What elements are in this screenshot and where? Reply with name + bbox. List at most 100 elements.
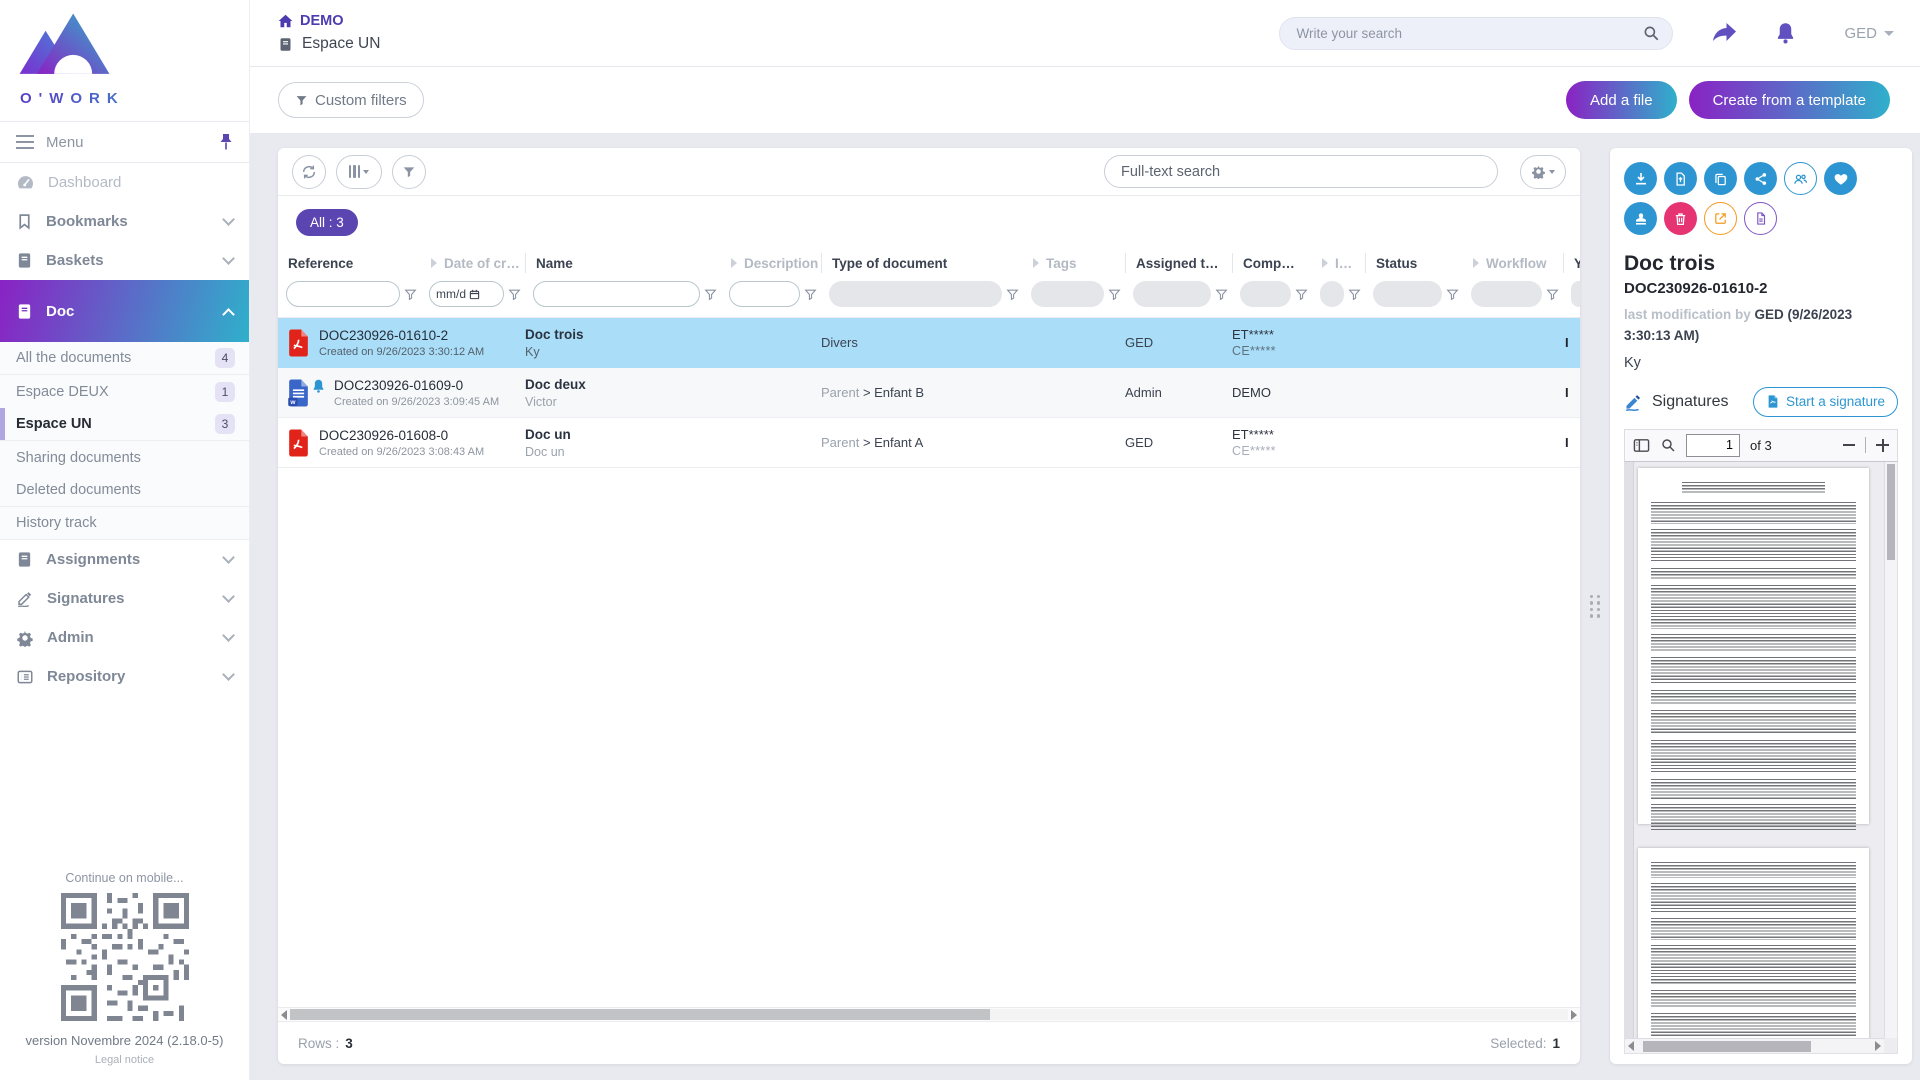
legal-notice-link[interactable]: Legal notice — [0, 1054, 249, 1066]
filter-funnel-icon[interactable] — [1546, 288, 1559, 301]
toggle-sidebar-button[interactable] — [1633, 438, 1650, 453]
all-filter-chip[interactable]: All : 3 — [296, 209, 358, 236]
panel-resize-handle[interactable] — [1580, 148, 1610, 1064]
sidebar-item-espace-deux[interactable]: Espace DEUX 1 — [0, 375, 249, 408]
sidebar-item-history-track[interactable]: History track — [0, 507, 249, 540]
scroll-left-icon[interactable] — [281, 1010, 287, 1020]
column-header-y[interactable]: Y… — [1563, 253, 1580, 273]
zoom-in-button[interactable] — [1876, 439, 1889, 452]
column-header-name[interactable]: Name — [525, 253, 721, 273]
table-horizontal-scrollbar[interactable] — [278, 1007, 1580, 1022]
stamp-button[interactable] — [1624, 202, 1657, 235]
sidebar-item-assignments[interactable]: Assignments — [0, 540, 249, 579]
scrollbar-thumb[interactable] — [290, 1009, 990, 1020]
column-header-description[interactable]: Description — [721, 253, 821, 273]
pdf-search-button[interactable] — [1660, 437, 1676, 453]
sidebar-item-repository[interactable]: Repository — [0, 657, 249, 696]
create-from-template-button[interactable]: Create from a template — [1689, 81, 1890, 119]
column-header-workflow[interactable]: Workflow — [1463, 253, 1563, 273]
app-logo[interactable]: O'WORK — [0, 0, 249, 121]
filter-funnel-icon[interactable] — [1006, 288, 1019, 301]
sidebar-item-admin[interactable]: Admin — [0, 618, 249, 657]
column-header-company[interactable]: Comp… — [1232, 253, 1312, 273]
column-header-date[interactable]: Date of cr… — [421, 253, 525, 273]
tags-filter-select[interactable] — [1031, 281, 1104, 307]
pdf-vertical-scrollbar[interactable] — [1884, 462, 1897, 1038]
copy-button[interactable] — [1704, 162, 1737, 195]
scrollbar-thumb[interactable] — [1643, 1041, 1811, 1052]
sidebar-item-espace-un[interactable]: Espace UN 3 — [0, 408, 249, 441]
manage-users-button[interactable] — [1784, 162, 1817, 195]
table-row[interactable]: DOC230926-01610-2 Created on 9/26/2023 3… — [278, 318, 1580, 368]
sidebar-item-sharing-documents[interactable]: Sharing documents — [0, 441, 249, 474]
fulltext-search-input[interactable] — [1104, 155, 1498, 188]
filter-funnel-icon[interactable] — [404, 288, 417, 301]
y-filter-select[interactable] — [1571, 281, 1580, 307]
i-filter-select[interactable] — [1320, 281, 1344, 307]
filter-funnel-icon[interactable] — [1215, 288, 1228, 301]
description-filter-input[interactable] — [729, 281, 800, 307]
sidebar-item-all-documents[interactable]: All the documents 4 — [0, 342, 249, 375]
company-filter-select[interactable] — [1240, 281, 1291, 307]
column-header-assigned[interactable]: Assigned t… — [1125, 253, 1232, 273]
reference-filter-input[interactable] — [286, 281, 400, 307]
filter-funnel-icon[interactable] — [1295, 288, 1308, 301]
column-header-status[interactable]: Status — [1365, 253, 1463, 273]
type-filter-select[interactable] — [829, 281, 1002, 307]
custom-filters-button[interactable]: Custom filters — [278, 82, 424, 118]
share-document-button[interactable] — [1744, 162, 1777, 195]
scroll-right-icon[interactable] — [1571, 1010, 1577, 1020]
scrollbar-thumb[interactable] — [1887, 464, 1895, 560]
status-filter-select[interactable] — [1373, 281, 1442, 307]
delete-button[interactable] — [1664, 202, 1697, 235]
pdf-horizontal-scrollbar[interactable] — [1625, 1038, 1884, 1053]
name-filter-input[interactable] — [533, 281, 700, 307]
share-button[interactable] — [1711, 22, 1737, 44]
refresh-button[interactable] — [292, 155, 326, 189]
open-in-new-window-button[interactable] — [1704, 202, 1737, 235]
sidebar-item-baskets[interactable]: Baskets — [0, 241, 249, 280]
table-settings-button[interactable] — [1520, 155, 1566, 189]
page-number-input[interactable] — [1686, 434, 1740, 457]
download-button[interactable] — [1624, 162, 1657, 195]
search-icon[interactable] — [1642, 24, 1660, 42]
filter-funnel-icon[interactable] — [704, 288, 717, 301]
assigned-filter-select[interactable] — [1133, 281, 1211, 307]
columns-button[interactable] — [336, 155, 382, 189]
scroll-right-icon[interactable] — [1875, 1041, 1881, 1051]
add-file-button[interactable]: Add a file — [1566, 81, 1677, 119]
upload-version-button[interactable] — [1664, 162, 1697, 195]
favorite-button[interactable] — [1824, 162, 1857, 195]
filter-funnel-icon[interactable] — [1348, 288, 1361, 301]
filter-funnel-icon[interactable] — [1108, 288, 1121, 301]
global-search-input[interactable] — [1296, 26, 1642, 41]
pdf-preview[interactable] — [1624, 462, 1898, 1054]
breadcrumb-home[interactable]: DEMO — [278, 13, 380, 29]
table-row[interactable]: w DOC230926-01609-0 Created on 9/26/2023… — [278, 368, 1580, 418]
column-header-tags[interactable]: Tags — [1023, 253, 1125, 273]
sidebar-item-doc[interactable]: Doc — [0, 280, 249, 342]
account-menu[interactable]: GED — [1844, 25, 1894, 42]
filter-funnel-icon[interactable] — [508, 288, 521, 301]
column-header-type[interactable]: Type of document — [821, 253, 1023, 273]
workflow-filter-select[interactable] — [1471, 281, 1542, 307]
filter-funnel-icon[interactable] — [804, 288, 817, 301]
sidebar-item-dashboard[interactable]: Dashboard — [0, 163, 249, 202]
breadcrumb-space[interactable]: Espace UN — [278, 35, 380, 53]
notifications-button[interactable] — [1775, 22, 1796, 44]
column-header-reference[interactable]: Reference — [278, 253, 421, 273]
zoom-out-button[interactable] — [1843, 444, 1855, 446]
sidebar-menu-toggle[interactable]: Menu — [0, 121, 249, 163]
start-signature-button[interactable]: Start a signature — [1753, 387, 1898, 417]
date-filter-input[interactable]: mm/d — [429, 281, 504, 307]
filter-funnel-icon[interactable] — [1446, 288, 1459, 301]
scroll-left-icon[interactable] — [1628, 1041, 1634, 1051]
pin-icon[interactable] — [219, 134, 233, 150]
sidebar-item-bookmarks[interactable]: Bookmarks — [0, 202, 249, 241]
document-properties-button[interactable] — [1744, 202, 1777, 235]
filter-button[interactable] — [392, 155, 426, 189]
sidebar-item-signatures[interactable]: Signatures — [0, 579, 249, 618]
column-header-i[interactable]: I… — [1312, 253, 1365, 273]
table-row[interactable]: DOC230926-01608-0 Created on 9/26/2023 3… — [278, 418, 1580, 468]
sidebar-item-deleted-documents[interactable]: Deleted documents — [0, 474, 249, 507]
